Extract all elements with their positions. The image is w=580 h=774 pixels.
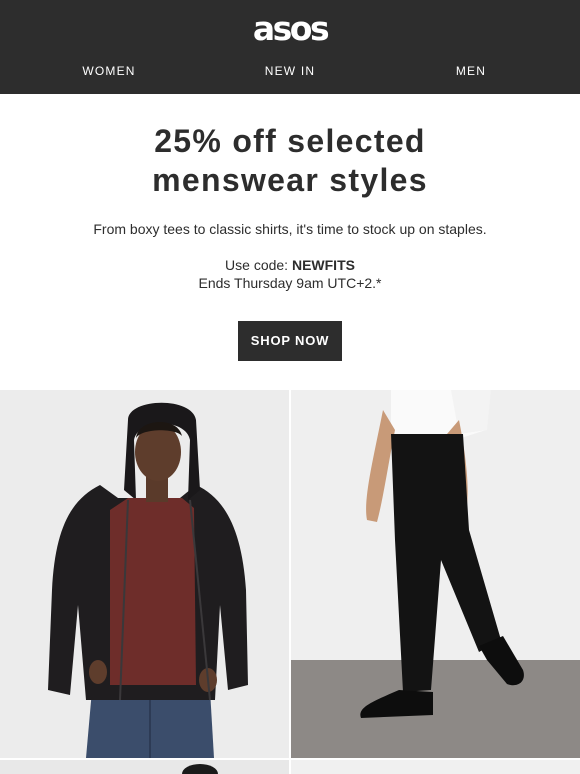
promo-code: NEWFITS xyxy=(291,257,355,273)
promo-subtitle: From boxy tees to classic shirts, it's t… xyxy=(93,221,487,237)
asos-logo[interactable]: asos xyxy=(0,12,580,46)
trousers-model-illustration xyxy=(291,390,580,758)
bottom-right-image-strip xyxy=(291,760,580,774)
bottom-left-image-strip xyxy=(0,760,289,774)
product-image-trousers[interactable] xyxy=(291,390,580,758)
promo-hero: 25% off selected menswear styles From bo… xyxy=(0,94,580,390)
promo-headline: 25% off selected menswear styles xyxy=(40,122,540,200)
nav-men-link[interactable]: MEN xyxy=(446,60,496,82)
product-image-bottom-left[interactable] xyxy=(0,760,289,774)
product-image-bottom-right[interactable] xyxy=(291,760,580,774)
nav-new-in-link[interactable]: NEW IN xyxy=(255,60,325,82)
top-nav: WOMEN NEW IN MEN xyxy=(0,60,580,82)
headline-line-2: menswear styles xyxy=(152,162,428,198)
promo-code-line: Use code: NEWFITS xyxy=(20,256,560,274)
header-bar: asos WOMEN NEW IN MEN xyxy=(0,0,580,94)
headline-line-1: 25% off selected xyxy=(154,123,426,159)
nav-women-link[interactable]: WOMEN xyxy=(78,60,140,82)
hoodie-model-illustration xyxy=(0,390,289,758)
shop-now-button[interactable]: SHOP NOW xyxy=(238,321,342,361)
code-prefix: Use code: xyxy=(225,257,292,273)
product-image-hoodie[interactable] xyxy=(0,390,289,758)
promo-end-date: Ends Thursday 9am UTC+2.* xyxy=(198,275,382,291)
